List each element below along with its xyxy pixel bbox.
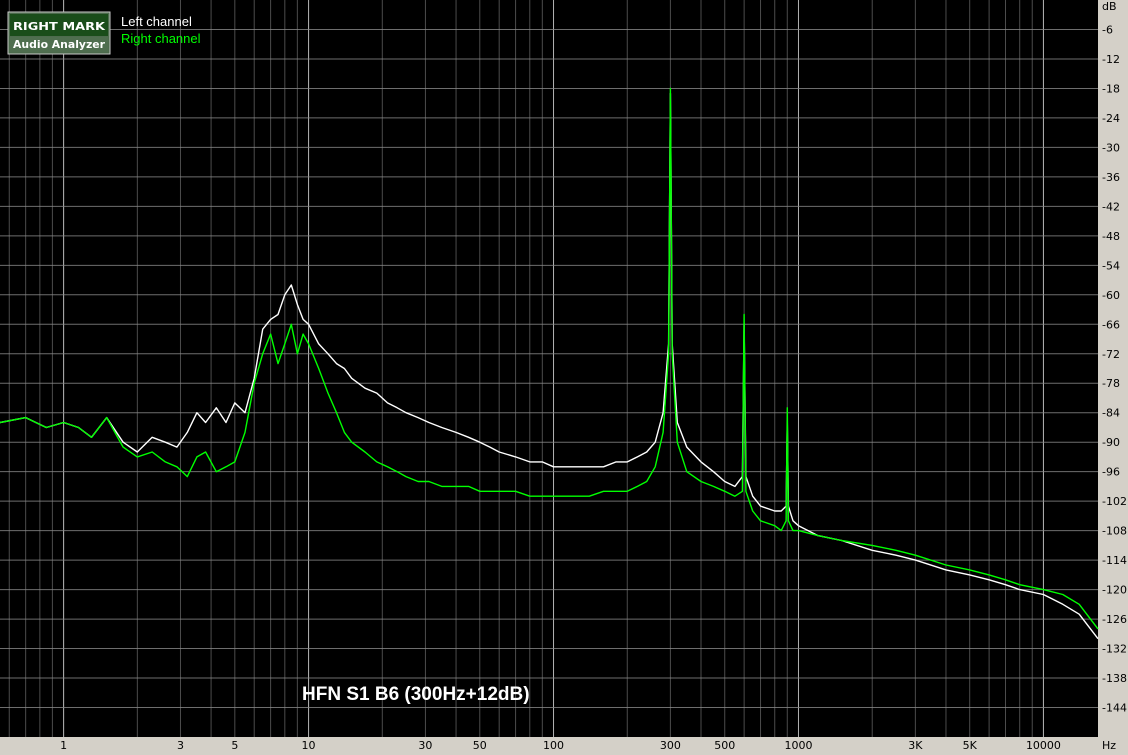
y-tick-label: -72 — [1102, 348, 1120, 361]
y-tick-label: -90 — [1102, 436, 1120, 449]
x-tick-label: 500 — [714, 739, 735, 752]
legend-entry-left-channel: Left channel — [121, 14, 192, 29]
x-tick-label: 5K — [963, 739, 978, 752]
spectrum-chart: -6 -12 -18 -24 -30 -36 -42 -48 -54 -60 -66 -72 -78 -8… — [0, 0, 1127, 752]
logo-line-1: RIGHT MARK — [13, 20, 106, 33]
x-tick-label: 30 — [418, 739, 432, 752]
y-tick-label: -42 — [1102, 200, 1120, 213]
y-tick-label: -6 — [1102, 23, 1113, 36]
y-tick-label: -96 — [1102, 466, 1120, 479]
y-tick-label: -12 — [1102, 53, 1120, 66]
y-tick-label: -54 — [1102, 259, 1120, 272]
y-tick-label: -84 — [1102, 407, 1120, 420]
x-tick-label: 1000 — [784, 739, 812, 752]
x-tick-label: 1 — [60, 739, 67, 752]
y-tick-label: -144 — [1102, 702, 1127, 715]
x-tick-label: 10000 — [1026, 739, 1061, 752]
y-tick-label: -48 — [1102, 230, 1120, 243]
y-tick-label: -108 — [1102, 525, 1127, 538]
y-tick-label: -126 — [1102, 613, 1127, 626]
y-tick-label: -60 — [1102, 289, 1120, 302]
y-tick-label: -18 — [1102, 82, 1120, 95]
y-tick-label: -114 — [1102, 554, 1127, 567]
y-tick-label: -120 — [1102, 584, 1127, 597]
y-tick-label: -102 — [1102, 495, 1127, 508]
chart-stage: -6 -12 -18 -24 -30 -36 -42 -48 -54 -60 -66 -72 -78 -8… — [0, 0, 1128, 755]
y-tick-label: -66 — [1102, 318, 1120, 331]
y-axis-unit-label: dB — [1102, 0, 1117, 13]
x-tick-label: 100 — [543, 739, 564, 752]
logo-line-2: Audio Analyzer — [13, 38, 106, 51]
plot-background — [0, 0, 1098, 737]
x-tick-label: 3 — [177, 739, 184, 752]
y-tick-labels: -6 -12 -18 -24 -30 -36 -42 -48 -54 -60 -66 -72 -78 -8… — [1102, 23, 1127, 714]
y-tick-label: -24 — [1102, 112, 1120, 125]
y-tick-label: -138 — [1102, 672, 1127, 685]
y-tick-label: -36 — [1102, 171, 1120, 184]
logo: RIGHT MARK Audio Analyzer — [7, 11, 111, 55]
x-tick-label: 50 — [473, 739, 487, 752]
y-tick-label: -78 — [1102, 377, 1120, 390]
x-tick-label: 300 — [660, 739, 681, 752]
x-axis-unit-label: Hz — [1102, 739, 1116, 752]
x-tick-labels: 1 3 5 10 30 50 100 300 500 1000 3K 5K 10000 — [60, 739, 1061, 752]
x-tick-label: 5 — [231, 739, 238, 752]
x-tick-label: 3K — [908, 739, 923, 752]
y-tick-label: -132 — [1102, 643, 1127, 656]
chart-title: HFN S1 B6 (300Hz+12dB) — [302, 684, 530, 705]
y-tick-label: -30 — [1102, 141, 1120, 154]
legend-entry-right-channel: Right channel — [121, 31, 201, 46]
x-tick-label: 10 — [302, 739, 316, 752]
